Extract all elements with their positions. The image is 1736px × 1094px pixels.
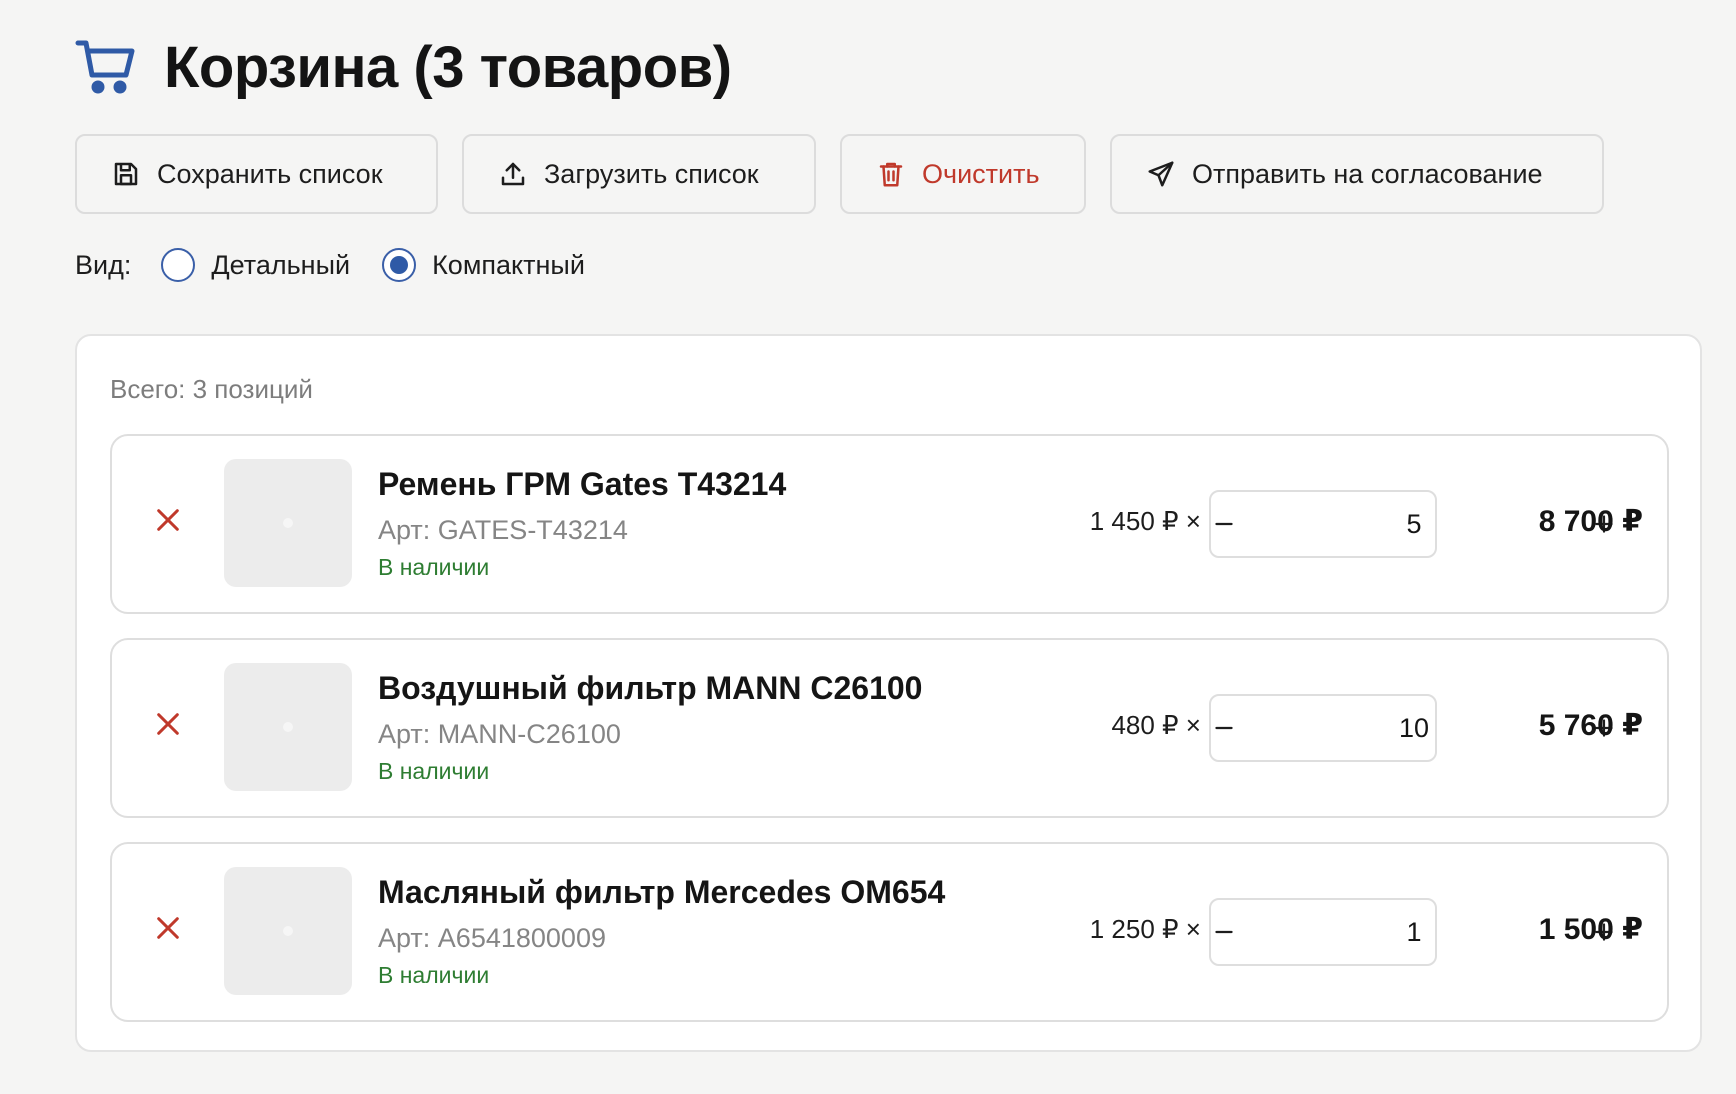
cart-item: Воздушный фильтр MANN C26100 Арт: MANN-C… [110, 638, 1669, 818]
minus-icon [1215, 726, 1233, 730]
cart-icon [75, 40, 135, 94]
product-thumbnail[interactable] [224, 867, 352, 995]
decrease-quantity-button[interactable] [1211, 492, 1237, 556]
minus-icon [1215, 930, 1233, 934]
line-total: 1 500 ₽ [1538, 913, 1643, 946]
page-title: Корзина (3 товаров) [164, 34, 732, 100]
total-count: Всего: 3 позиций [110, 374, 313, 404]
radio-compact[interactable] [382, 248, 417, 282]
product-sku: Арт: A6541800009 [378, 923, 606, 953]
upload-icon [501, 162, 525, 186]
image-placeholder-icon [283, 518, 293, 528]
product-sku: Арт: GATES-T43214 [378, 515, 628, 545]
view-label: Вид: [75, 249, 132, 280]
view-switcher: Вид: Детальный Компактный [75, 243, 617, 287]
cart-items-card: Всего: 3 позиций Ремень ГРМ Gates T43214… [75, 334, 1702, 1052]
remove-item-icon[interactable] [152, 708, 184, 740]
quantity-stepper [1209, 898, 1613, 966]
line-total: 5 760 ₽ [1538, 709, 1643, 742]
view-option-compact-label: Компактный [432, 249, 585, 280]
trash-icon [879, 162, 903, 187]
stock-status: В наличии [378, 554, 490, 580]
image-placeholder-icon [283, 722, 293, 732]
product-info: Воздушный фильтр MANN C26100 Арт: MANN-C… [378, 670, 922, 785]
save-list-label: Сохранить список [157, 158, 383, 189]
view-option-detailed[interactable]: Детальный [161, 248, 350, 282]
send-icon [1148, 161, 1174, 187]
upload-list-label: Загрузить список [544, 158, 759, 189]
product-name[interactable]: Воздушный фильтр MANN C26100 [378, 670, 922, 707]
cart-item: Ремень ГРМ Gates T43214 Арт: GATES-T4321… [110, 434, 1669, 614]
toolbar: Сохранить список Загрузить список Очисти… [75, 134, 1604, 214]
remove-item-icon[interactable] [152, 912, 184, 944]
minus-icon [1215, 522, 1233, 526]
product-info: Ремень ГРМ Gates T43214 Арт: GATES-T4321… [378, 466, 786, 581]
send-for-approval-label: Отправить на согласование [1192, 158, 1543, 189]
send-for-approval-button[interactable]: Отправить на согласование [1110, 134, 1604, 214]
clear-cart-label: Очистить [922, 158, 1040, 189]
stock-status: В наличии [378, 962, 490, 988]
quantity-stepper [1209, 490, 1613, 558]
product-thumbnail[interactable] [224, 663, 352, 791]
view-option-detailed-label: Детальный [211, 249, 351, 280]
upload-list-button[interactable]: Загрузить список [462, 134, 816, 214]
line-total: 8 700 ₽ [1538, 505, 1643, 538]
cart-item: Масляный фильтр Mercedes OM654 Арт: A654… [110, 842, 1669, 1022]
unit-price: 480 ₽ × [1111, 710, 1201, 740]
image-placeholder-icon [283, 926, 293, 936]
decrease-quantity-button[interactable] [1211, 696, 1237, 760]
radio-selected-dot [390, 256, 409, 274]
clear-cart-button[interactable]: Очистить [840, 134, 1086, 214]
save-list-button[interactable]: Сохранить список [75, 134, 438, 214]
remove-item-icon[interactable] [152, 504, 184, 536]
view-option-compact[interactable]: Компактный [382, 248, 585, 282]
product-name[interactable]: Масляный фильтр Mercedes OM654 [378, 874, 945, 911]
page-header: Корзина (3 товаров) [74, 28, 732, 106]
save-icon [114, 162, 138, 186]
cart-page: Корзина (3 товаров) Сохранить список Заг… [0, 0, 1736, 1094]
radio-detailed[interactable] [161, 248, 196, 282]
product-name[interactable]: Ремень ГРМ Gates T43214 [378, 466, 786, 503]
quantity-stepper [1209, 694, 1613, 762]
unit-price: 1 450 ₽ × [1089, 506, 1201, 536]
decrease-quantity-button[interactable] [1211, 900, 1237, 964]
product-info: Масляный фильтр Mercedes OM654 Арт: A654… [378, 874, 945, 989]
stock-status: В наличии [378, 758, 490, 784]
unit-price: 1 250 ₽ × [1089, 914, 1201, 944]
product-sku: Арт: MANN-C26100 [378, 719, 621, 749]
product-thumbnail[interactable] [224, 459, 352, 587]
